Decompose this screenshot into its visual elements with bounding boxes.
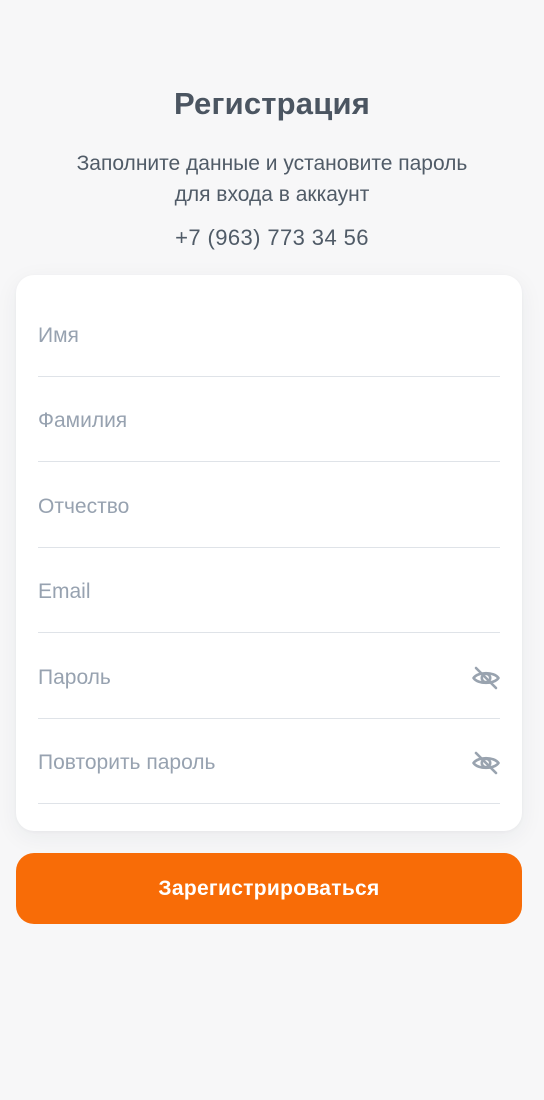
eye-off-icon[interactable] [469, 661, 503, 695]
phone-number: +7 (963) 773 34 56 [175, 225, 369, 250]
password-input[interactable] [38, 657, 469, 698]
last-name-input[interactable] [38, 400, 500, 441]
registration-form [16, 275, 522, 831]
page-subtitle: Заполните данные и установите пароль для… [76, 152, 468, 206]
first-name-input[interactable] [38, 315, 500, 356]
first-name-field-row [38, 291, 500, 377]
repeat-password-field-row [38, 718, 500, 804]
middle-name-input[interactable] [38, 486, 500, 527]
page-title: Регистрация [173, 86, 371, 121]
middle-name-field-row [38, 462, 500, 548]
password-field-row [38, 633, 500, 719]
email-field-row [38, 547, 500, 633]
last-name-field-row [38, 376, 500, 462]
email-input[interactable] [38, 571, 500, 612]
repeat-password-input[interactable] [38, 742, 469, 783]
register-button[interactable]: Зарегистрироваться [16, 853, 522, 924]
eye-off-icon[interactable] [469, 746, 503, 780]
